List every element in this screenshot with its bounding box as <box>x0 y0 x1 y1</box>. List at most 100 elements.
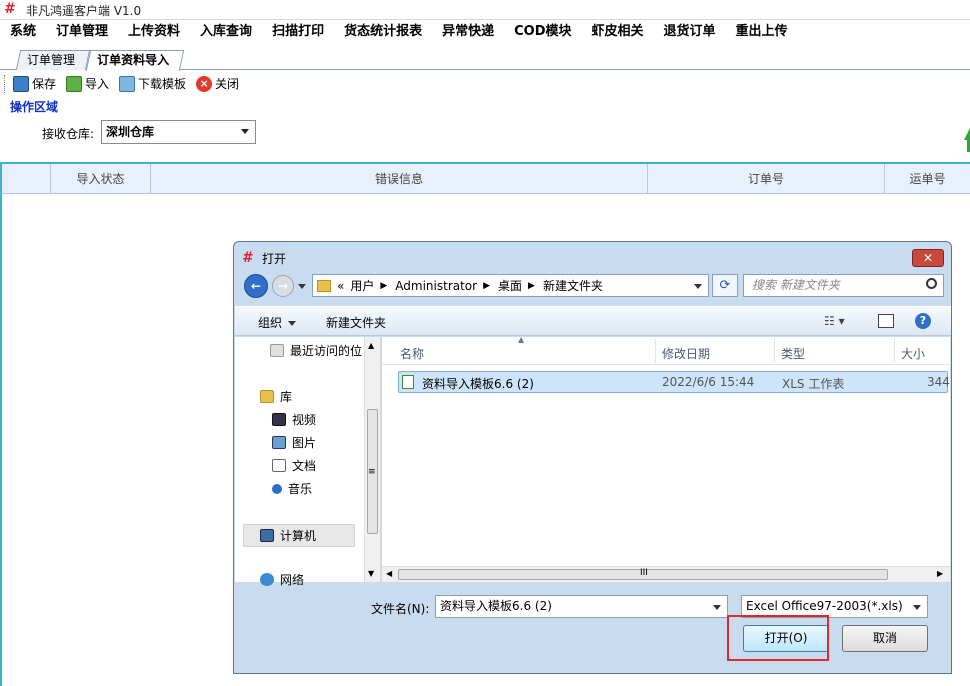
breadcrumb-separator-icon[interactable]: ▶ <box>528 281 535 291</box>
col-type[interactable]: 类型 <box>781 345 805 362</box>
folder-icon <box>317 279 331 292</box>
breadcrumb-separator-icon[interactable]: ▶ <box>380 281 387 291</box>
file-list-hscrollbar[interactable]: ◀ III ▶ <box>382 566 950 582</box>
search-input[interactable]: 搜索 新建文件夹 <box>743 274 944 297</box>
menu-return-orders[interactable]: 退货订单 <box>654 20 726 44</box>
chevron-down-icon <box>913 605 921 610</box>
new-folder-button[interactable]: 新建文件夹 <box>326 314 386 331</box>
col-waybill-no[interactable]: 运单号 <box>885 164 970 194</box>
breadcrumb-separator-icon[interactable]: ▶ <box>483 281 490 291</box>
close-button[interactable]: × 关闭 <box>196 75 239 92</box>
col-name[interactable]: 名称 <box>400 345 424 362</box>
nav-computer[interactable]: 计算机 <box>243 524 356 547</box>
scroll-right-icon[interactable]: ▶ <box>937 569 943 578</box>
col-order-no[interactable]: 订单号 <box>648 164 885 194</box>
history-dropdown-icon[interactable] <box>298 284 306 289</box>
breadcrumb-users[interactable]: 用户 <box>350 277 374 294</box>
tab-label: 订单资料导入 <box>97 53 170 67</box>
save-label: 保存 <box>32 77 57 91</box>
import-button[interactable]: 导入 <box>66 75 109 92</box>
col-error-info[interactable]: 错误信息 <box>151 164 648 194</box>
up-arrow-icon <box>964 128 970 140</box>
refresh-icon[interactable]: ⟳ <box>712 274 738 297</box>
breadcrumb-desktop[interactable]: 桌面 <box>498 277 522 294</box>
menu-reupload[interactable]: 重出上传 <box>726 20 798 44</box>
filetype-value: Excel Office97-2003(*.xls) <box>746 599 903 613</box>
nav-recent-label: 最近访问的位 <box>290 344 363 358</box>
back-arrow-icon[interactable]: ← <box>244 274 268 298</box>
nav-documents[interactable]: 文档 <box>272 457 316 474</box>
breadcrumb-administrator[interactable]: Administrator <box>395 279 477 293</box>
col-divider[interactable] <box>655 339 656 363</box>
grid-header: 导入状态 错误信息 订单号 运单号 <box>2 164 970 194</box>
file-row-selected[interactable]: 资料导入模板6.6 (2) 2022/6/6 15:44 XLS 工作表 344 <box>398 371 950 393</box>
nav-music[interactable]: 音乐 <box>272 480 312 497</box>
warehouse-select[interactable]: 深圳仓库 <box>101 120 256 144</box>
col-import-status[interactable]: 导入状态 <box>51 164 151 194</box>
scroll-grip: ≡ <box>368 467 376 477</box>
menu-upload-data[interactable]: 上传资料 <box>118 20 190 44</box>
nav-video[interactable]: 视频 <box>272 411 316 428</box>
filename-input[interactable]: 资料导入模板6.6 (2) <box>435 595 728 618</box>
dialog-title: 打开 <box>262 252 287 266</box>
nav-network[interactable]: 网络 <box>260 571 304 588</box>
cancel-button[interactable]: 取消 <box>842 625 928 652</box>
nav-pictures-label: 图片 <box>292 436 317 450</box>
menu-shopee[interactable]: 虾皮相关 <box>582 20 654 44</box>
nav-pictures[interactable]: 图片 <box>272 434 316 451</box>
chevron-down-icon[interactable] <box>694 284 702 289</box>
filename-label: 文件名(N): <box>371 602 430 616</box>
col-date[interactable]: 修改日期 <box>662 345 710 362</box>
scroll-down-icon[interactable]: ▼ <box>368 569 374 578</box>
highlight-box <box>727 615 829 661</box>
file-type: XLS 工作表 <box>782 377 845 391</box>
computer-icon <box>260 529 274 542</box>
nav-recent[interactable]: 最近访问的位 <box>270 342 362 359</box>
import-icon <box>66 75 83 92</box>
chevron-down-icon[interactable] <box>713 605 721 610</box>
col-divider[interactable] <box>774 339 775 363</box>
chevron-down-icon <box>241 129 249 134</box>
save-button[interactable]: 保存 <box>13 75 56 92</box>
toolbar-grip <box>4 74 7 93</box>
menu-inbound-query[interactable]: 入库查询 <box>190 20 262 44</box>
menu-status-report[interactable]: 货态统计报表 <box>334 20 432 44</box>
nav-scrollbar[interactable]: ▲ ≡ ▼ <box>364 337 380 582</box>
organize-label: 组织 <box>258 316 283 330</box>
menu-system[interactable]: 系统 <box>0 20 46 44</box>
menu-exception-express[interactable]: 异常快递 <box>432 20 504 44</box>
documents-icon <box>272 459 286 472</box>
col-divider[interactable] <box>894 339 895 363</box>
xls-file-icon <box>402 375 414 389</box>
forward-arrow-icon[interactable]: → <box>272 275 294 297</box>
menu-cod-module[interactable]: COD模块 <box>504 20 581 44</box>
download-template-button[interactable]: 下载模板 <box>119 75 186 92</box>
menu-order-management[interactable]: 订单管理 <box>46 20 118 44</box>
nav-video-label: 视频 <box>292 413 317 427</box>
search-placeholder: 搜索 新建文件夹 <box>752 278 840 292</box>
toolbar: 保存 导入 下载模板 × 关闭 <box>0 71 970 96</box>
menu-bar: 系统 订单管理 上传资料 入库查询 扫描打印 货态统计报表 异常快递 COD模块… <box>0 20 970 44</box>
sort-asc-icon: ▲ <box>518 335 525 344</box>
music-icon <box>272 483 282 494</box>
tab-order-management[interactable]: 订单管理 <box>15 50 91 70</box>
tab-order-import[interactable]: 订单资料导入 <box>85 50 185 71</box>
address-bar[interactable]: « 用户 ▶ Administrator ▶ 桌面 ▶ 新建文件夹 <box>312 274 709 297</box>
dialog-close-button[interactable]: ✕ <box>912 249 944 267</box>
organize-button[interactable]: 组织 <box>258 314 297 331</box>
nav-library[interactable]: 库 <box>260 388 292 405</box>
pictures-icon <box>272 436 286 449</box>
grid-row-header <box>2 164 51 194</box>
scroll-up-icon[interactable]: ▲ <box>368 341 374 350</box>
nav-documents-label: 文档 <box>292 459 317 473</box>
col-size[interactable]: 大小 <box>901 345 925 362</box>
op-area-title: 操作区域 <box>10 100 59 114</box>
scroll-left-icon[interactable]: ◀ <box>386 569 392 578</box>
preview-pane-icon[interactable] <box>878 314 894 328</box>
view-options-icon[interactable]: ☷ ▾ <box>824 314 845 328</box>
help-icon[interactable]: ? <box>915 313 931 329</box>
nav-library-label: 库 <box>280 390 293 404</box>
menu-scan-print[interactable]: 扫描打印 <box>262 20 334 44</box>
breadcrumb-overflow[interactable]: « <box>337 279 344 293</box>
breadcrumb-new-folder[interactable]: 新建文件夹 <box>543 277 603 294</box>
